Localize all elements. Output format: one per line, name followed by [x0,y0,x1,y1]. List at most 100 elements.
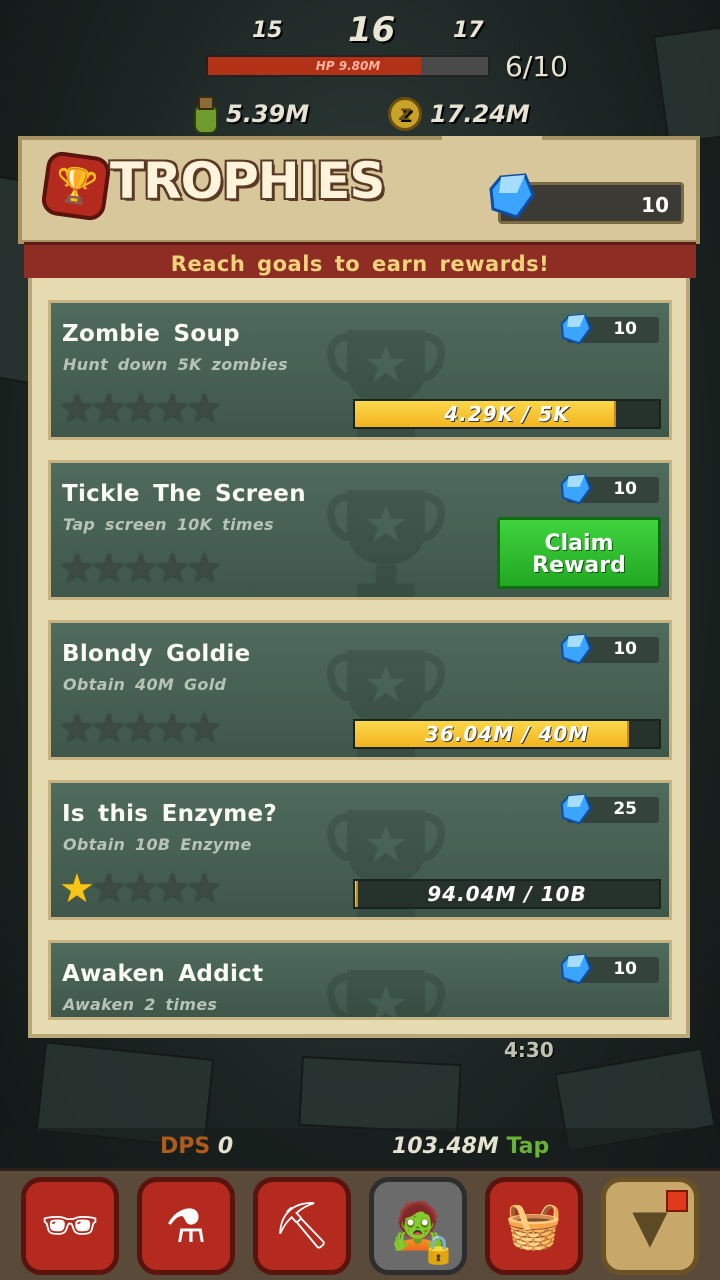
star-icon: ★ [122,386,159,432]
progress-text: 36.04M / 40M [424,722,590,746]
tap-label: Tap [506,1134,550,1159]
shop-button[interactable]: 🧺 [485,1176,583,1275]
trophy-card: Awaken Addict Awaken 2 times 10 [48,940,672,1020]
trophy-description: Tap screen 10K times [63,515,274,534]
star-icon: ★ [122,866,159,912]
gem-icon [560,473,592,505]
level-next: 17 [453,18,484,43]
trophy-reward: 25 [560,793,659,825]
stats-bar: DPS 0 103.48M Tap [0,1128,720,1170]
star-icon: ★ [59,386,95,432]
claim-reward-button[interactable]: Claim Reward [497,517,661,589]
enzyme-bottle-icon [188,96,218,134]
shop-icon: 🧺 [505,1198,563,1252]
star-icon: ★ [59,546,95,592]
level-indicator: 15 16 17 [0,8,720,52]
star-rating: ★ ★ ★ ★ ★ [59,386,222,432]
star-icon: ★ [122,546,159,592]
progress-text: 94.04M / 10B [427,882,587,906]
claim-label: Claim Reward [532,531,626,578]
trophy-title: Is this Enzyme? [62,801,278,827]
gem-counter[interactable]: 10 [489,173,684,224]
trophy-card: Tickle The Screen Tap screen 10K times 10 ★… [48,460,672,600]
trophy-description: Obtain 10B Enzyme [63,835,252,854]
trophy-reward: 10 [560,313,659,345]
trophy-title: Awaken Addict [62,961,264,987]
potion-icon: ⚗ [165,1198,207,1253]
gem-icon [560,313,592,345]
menu-button[interactable]: ▼ [601,1176,699,1275]
trophy-description: Obtain 40M Gold [63,675,227,694]
star-icon: ★ [186,546,223,592]
pickaxe-icon: ⛏ [272,1198,332,1252]
countdown-timer: 4:30 [504,1038,554,1062]
reward-amount: 10 [613,319,637,339]
star-icon: ★ [90,386,127,432]
trophy-watermark-icon [327,490,445,597]
ally-button[interactable]: 🧟 🔒 [369,1176,467,1275]
level-prev: 15 [252,18,283,43]
reward-amount: 10 [613,639,637,659]
star-icon: ★ [59,706,95,752]
dialog-subtitle: Reach goals to earn rewards! [24,242,696,278]
reward-amount: 10 [613,959,637,979]
header-tab [442,136,542,168]
trophy-description: Awaken 2 times [63,995,218,1014]
star-icon: ★ [186,706,223,752]
gem-count: 10 [641,193,669,217]
trophy-title: Blondy Goldie [62,641,251,667]
dps-display: DPS 0 [160,1134,233,1159]
dialog-title: TROPHIES [110,152,385,210]
trophy-progress-bar: 4.29K / 5K [353,399,661,429]
star-icon: ★ [59,866,95,912]
star-rating: ★ ★ ★ ★ ★ [59,866,222,912]
enzyme-value: 5.39M [226,100,310,128]
star-icon: ★ [186,866,223,912]
trophy-reward: 10 [560,473,659,505]
reward-amount: 10 [613,479,637,499]
trophy-card: Is this Enzyme? Obtain 10B Enzyme 25 ★ ★ ★ ★ ★ 9… [48,780,672,920]
trophy-title: Tickle The Screen [62,481,306,507]
gold-coin-icon: Z [388,97,422,131]
trophy-progress-bar: 94.04M / 10B [353,879,661,909]
progress-text: 4.29K / 5K [444,402,570,426]
gold-value: 17.24M [430,100,530,128]
hero-icon: 🕶 [40,1198,100,1252]
reward-amount: 25 [613,799,637,819]
hp-label: HP 9.80M [315,59,381,73]
dps-value: 0 [217,1134,234,1159]
hero-button[interactable]: 🕶 [21,1176,119,1275]
star-icon: ★ [90,706,127,752]
trophy-watermark-icon [327,970,445,1017]
wave-counter: 6/10 [505,50,568,83]
gem-icon [560,793,592,825]
dps-label: DPS [160,1134,211,1159]
trophy-title: Zombie Soup [62,321,240,347]
notification-badge [666,1189,688,1212]
trophy-reward: 10 [560,953,659,985]
star-icon: ★ [90,866,127,912]
potion-button[interactable]: ⚗ [137,1176,235,1275]
star-icon: ★ [122,706,159,752]
star-icon: ★ [90,546,127,592]
gold-display: Z 17.24M [388,96,530,132]
level-current: 16 [348,10,396,50]
trophy-card: Zombie Soup Hunt down 5K zombies 10 ★ ★ ★ ★ ★ 4.… [48,300,672,440]
background-debris [298,1055,462,1135]
pickaxe-button[interactable]: ⛏ [253,1176,351,1275]
trophy-description: Hunt down 5K zombies [63,355,288,374]
trophy-card: Blondy Goldie Obtain 40M Gold 10 ★ ★ ★ ★ ★ 36.04… [48,620,672,760]
trophy-progress-bar: 36.04M / 40M [353,719,661,749]
gem-icon [489,173,535,219]
menu-down-icon: ▼ [632,1198,668,1253]
trophy-reward: 10 [560,633,659,665]
tap-value: 103.48M [392,1134,499,1159]
star-icon: ★ [186,386,223,432]
enzyme-display: 5.39M [188,96,310,134]
trophy-icon: 🏆 [39,149,113,223]
tap-display: 103.48M Tap [392,1134,549,1159]
boss-hp-bar: HP 9.80M [206,55,490,77]
star-rating: ★ ★ ★ ★ ★ [59,706,222,752]
gem-icon [560,953,592,985]
gem-icon [560,633,592,665]
